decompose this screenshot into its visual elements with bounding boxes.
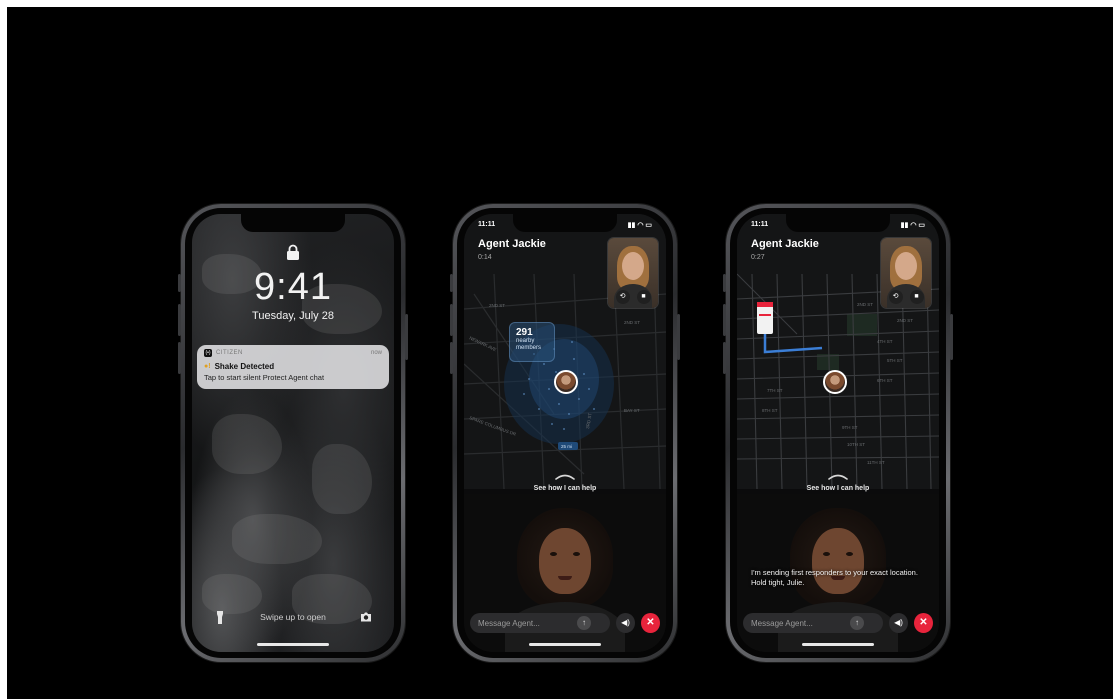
lock-icon [287, 244, 299, 260]
members-count: 291 [516, 327, 533, 338]
agent-message: I'm sending first responders to your exa… [751, 568, 918, 587]
call-timer: 0:14 [478, 254, 492, 261]
user-video-pip[interactable]: ⟲ ■ [881, 238, 931, 308]
notch [241, 214, 345, 232]
agent-name: Agent Jackie [751, 238, 819, 250]
see-how-i-can-help-link[interactable]: See how I can help [464, 485, 666, 492]
notch [513, 214, 617, 232]
notification-app-name: CITIZEN [216, 350, 243, 356]
video-camera-icon[interactable]: ■ [909, 290, 924, 304]
lock-time: 9:41 [254, 266, 332, 308]
see-how-i-can-help-link[interactable]: See how I can help [737, 485, 939, 492]
presentation-stage: 9:41 Tuesday, July 28 (•) CITIZEN now ●!… [7, 7, 1113, 699]
message-composer: ↑ ◀) ✕ [470, 612, 660, 634]
end-call-button[interactable]: ✕ [641, 613, 660, 633]
lock-screen: 9:41 Tuesday, July 28 (•) CITIZEN now ●!… [192, 214, 394, 652]
phone-agent-call-route: 11:11 ▮▮ ◠ ▭ 2ND ST 2ND ST 4TH ST 5TH ST… [723, 204, 953, 662]
phone-lock-screen: 9:41 Tuesday, July 28 (•) CITIZEN now ●!… [178, 204, 408, 662]
user-location-avatar[interactable] [554, 370, 578, 394]
side-button [405, 314, 408, 360]
speaker-icon[interactable]: ◀) [889, 613, 908, 633]
user-location-avatar[interactable] [823, 370, 847, 394]
street-label: 10TH ST [847, 442, 865, 447]
message-composer: ↑ ◀) ✕ [743, 612, 933, 634]
notch [786, 214, 890, 232]
agent-name: Agent Jackie [478, 238, 546, 250]
home-indicator[interactable] [802, 643, 874, 646]
speaker-icon[interactable]: ◀) [616, 613, 635, 633]
street-label: 5TH ST [887, 358, 903, 363]
radius-label: 25 mi [561, 444, 572, 449]
shake-notification[interactable]: (•) CITIZEN now ●! Shake Detected Tap to… [197, 345, 389, 389]
street-label: 6TH ST [877, 378, 893, 383]
send-arrow-icon[interactable]: ↑ [577, 616, 591, 630]
end-call-button[interactable]: ✕ [914, 613, 933, 633]
warning-icon: ●! [204, 363, 211, 370]
home-indicator[interactable] [257, 643, 329, 646]
volume-up-button [178, 304, 181, 336]
send-arrow-icon[interactable]: ↑ [850, 616, 864, 630]
volume-down-button [178, 342, 181, 374]
signal-wifi-battery-icon: ▮▮ ◠ ▭ [627, 222, 652, 229]
signal-wifi-battery-icon: ▮▮ ◠ ▭ [900, 222, 925, 229]
street-label: BAY ST [624, 408, 640, 413]
street-label: 2ND ST [624, 320, 640, 325]
flip-camera-icon[interactable]: ⟲ [615, 290, 630, 304]
chevron-up-icon[interactable] [827, 473, 849, 481]
street-label: 11TH ST [867, 460, 885, 465]
lock-date: Tuesday, July 28 [252, 310, 334, 322]
user-video-pip[interactable]: ⟲ ■ [608, 238, 658, 308]
street-label: 9TH ST [842, 425, 858, 430]
video-camera-icon[interactable]: ■ [636, 290, 651, 304]
agent-call-screen: 11:11 ▮▮ ◠ ▭ [464, 214, 666, 652]
notification-age: now [370, 350, 382, 356]
street-label: 7TH ST [767, 388, 783, 393]
camera-icon[interactable] [360, 612, 372, 622]
flip-camera-icon[interactable]: ⟲ [888, 290, 903, 304]
notification-body: Tap to start silent Protect Agent chat [204, 373, 325, 382]
nearby-members-badge: 291 nearby members [509, 322, 555, 362]
street-label: 2ND ST [857, 302, 873, 307]
agent-call-screen: 11:11 ▮▮ ◠ ▭ [737, 214, 939, 652]
street-label: 8TH ST [762, 408, 778, 413]
mute-switch [178, 274, 181, 292]
home-indicator[interactable] [529, 643, 601, 646]
chevron-up-icon[interactable] [554, 473, 576, 481]
street-label: 4TH ST [877, 339, 893, 344]
members-label: nearby members [516, 338, 542, 351]
call-timer: 0:27 [751, 254, 765, 261]
citizen-app-icon: (•) [204, 349, 212, 357]
street-label: 2ND ST [897, 318, 913, 323]
phone-agent-call-members: 11:11 ▮▮ ◠ ▭ 2ND ST 2ND ST NEWARK AVE BA… [450, 204, 680, 662]
emergency-vehicle-icon [757, 302, 773, 334]
street-label: 2ND ST [489, 303, 505, 308]
notification-title: Shake Detected [214, 362, 275, 371]
